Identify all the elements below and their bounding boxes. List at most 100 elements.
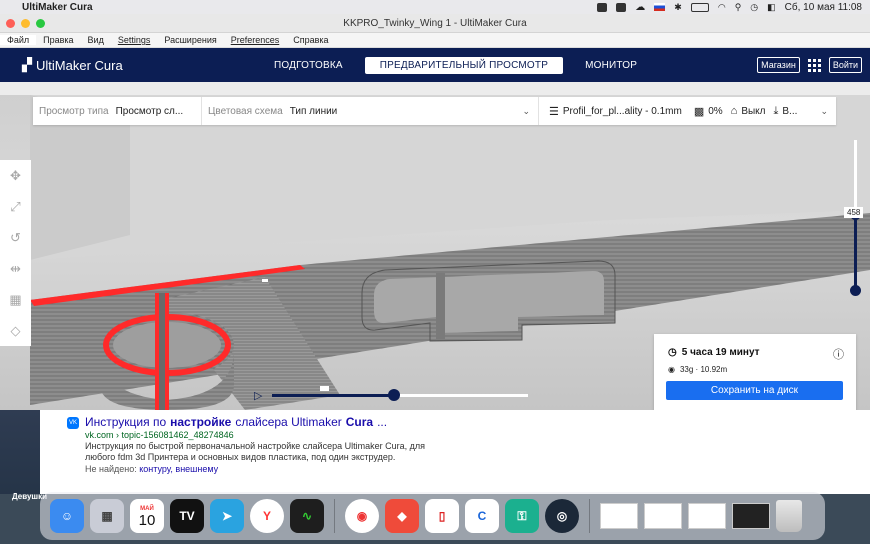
apps-grid-icon[interactable] bbox=[807, 58, 821, 72]
result-title-bold[interactable]: Cura bbox=[346, 415, 373, 429]
print-info-panel: ◷ 5 часа 19 минут ⓘ ◉ 33g · 10.92m Сохра… bbox=[654, 334, 856, 410]
missing-label: Не найдено: bbox=[85, 464, 137, 474]
view-type-select[interactable]: Просмотр типа Просмотр сл... bbox=[33, 97, 202, 125]
finder-icon[interactable]: ☺ bbox=[50, 499, 84, 533]
print-time-value: 5 часа 19 минут bbox=[681, 347, 760, 358]
dock-separator bbox=[334, 499, 335, 533]
clock-icon[interactable]: ◷ bbox=[750, 2, 758, 13]
material-usage-value: 33g · 10.92m bbox=[679, 365, 728, 374]
search-result-title[interactable]: VK Инструкция по настройке слайсера Ulti… bbox=[67, 415, 387, 429]
launchpad-icon[interactable]: ▦ bbox=[90, 499, 124, 533]
menu-help[interactable]: Справка bbox=[286, 35, 335, 45]
path-slider-handle[interactable] bbox=[388, 389, 400, 401]
dock-separator bbox=[589, 499, 590, 533]
color-scheme-label: Цветовая схема bbox=[208, 105, 283, 117]
adhesion-value: В... bbox=[782, 105, 798, 117]
menu-edit[interactable]: Правка bbox=[36, 35, 80, 45]
result-title-part[interactable]: слайсера Ultimaker bbox=[235, 415, 341, 429]
minimized-window-thumbnail[interactable] bbox=[732, 503, 770, 529]
clock-icon: ◷ bbox=[668, 347, 677, 358]
keys-app-icon[interactable]: ⚿ bbox=[505, 499, 539, 533]
anydesk-icon[interactable]: ◆ bbox=[385, 499, 419, 533]
minimized-window-thumbnail[interactable] bbox=[644, 503, 682, 529]
steam-icon[interactable]: ◎ bbox=[545, 499, 579, 533]
vk-icon: VK bbox=[67, 417, 79, 429]
support-blocker-icon[interactable]: ◇ bbox=[11, 323, 21, 339]
play-icon[interactable]: ▷ bbox=[254, 389, 262, 402]
chrome-icon[interactable]: ◉ bbox=[345, 499, 379, 533]
window-title: KKPRO_Twinky_Wing 1 - UltiMaker Cura bbox=[343, 17, 527, 29]
missing-terms[interactable]: контуру, внешнему bbox=[139, 464, 218, 474]
rotate-icon[interactable]: ↺ bbox=[10, 230, 21, 246]
search-result-missing: Не найдено: контуру, внешнему bbox=[85, 464, 218, 474]
result-title-part[interactable]: Инструкция по bbox=[85, 415, 166, 429]
3d-viewport[interactable]: Просмотр типа Просмотр сл... Цветовая сх… bbox=[0, 95, 870, 410]
macos-menubar: UltiMaker Cura ☁ ✱ ◠ ⚲ ◷ ◧ Сб, 10 мая 11… bbox=[0, 0, 870, 14]
window-titlebar: KKPRO_Twinky_Wing 1 - UltiMaker Cura bbox=[0, 14, 870, 33]
info-icon[interactable]: ⓘ bbox=[833, 346, 844, 362]
layer-slider-range bbox=[854, 214, 857, 290]
scale-icon[interactable]: ⤢ bbox=[10, 199, 20, 215]
adhesion-icon: ⤓ bbox=[773, 104, 779, 117]
parallels-icon[interactable]: ▯ bbox=[425, 499, 459, 533]
view-type-label: Просмотр типа bbox=[39, 105, 109, 117]
logo-text: UltiMaker Cura bbox=[36, 57, 123, 73]
search-result-url[interactable]: vk.com › topic-156081462_48274846 bbox=[85, 430, 234, 440]
search-icon[interactable]: ⚲ bbox=[735, 2, 742, 13]
activity-monitor-icon[interactable]: ∿ bbox=[290, 499, 324, 533]
active-app-name[interactable]: UltiMaker Cura bbox=[22, 2, 93, 13]
menu-extensions[interactable]: Расширения bbox=[157, 35, 223, 45]
chevron-down-icon: ⌄ bbox=[820, 105, 828, 116]
input-language-flag-icon[interactable] bbox=[654, 3, 666, 11]
status-app-icon[interactable] bbox=[616, 2, 627, 12]
cura-app-icon[interactable]: C bbox=[465, 499, 499, 533]
stage-tabs: ПОДГОТОВКА ПРЕДВАРИТЕЛЬНЫЙ ПРОСМОТР МОНИ… bbox=[258, 56, 653, 74]
telegram-icon[interactable]: ➤ bbox=[210, 499, 244, 533]
menubar-datetime[interactable]: Сб, 10 мая 11:08 bbox=[785, 2, 862, 13]
preview-toolbar: Просмотр типа Просмотр сл... Цветовая сх… bbox=[33, 97, 836, 125]
material-usage: ◉ 33g · 10.92m bbox=[668, 365, 727, 374]
color-scheme-select[interactable]: Цветовая схема Тип линии ⌄ bbox=[202, 97, 539, 125]
print-settings-selector[interactable]: ☰ Profil_for_pl...ality - 0.1mm ▩ 0% ⌂ В… bbox=[539, 97, 836, 125]
menu-settings[interactable]: Settings bbox=[111, 35, 158, 45]
menu-preferences[interactable]: Preferences bbox=[224, 35, 287, 45]
result-title-part[interactable]: ... bbox=[377, 415, 387, 429]
marketplace-button[interactable]: Магазин bbox=[757, 57, 800, 73]
menu-file[interactable]: Файл bbox=[0, 35, 37, 45]
layer-slider-bottom-handle[interactable] bbox=[850, 285, 861, 296]
support-value: Выкл bbox=[741, 105, 766, 117]
profile-name: Profil_for_pl...ality - 0.1mm bbox=[562, 105, 682, 117]
printed-box-divider bbox=[436, 273, 445, 339]
move-icon[interactable]: ✥ bbox=[10, 168, 21, 184]
wifi-icon[interactable]: ◠ bbox=[718, 2, 726, 13]
menu-view[interactable]: Вид bbox=[81, 35, 111, 45]
minimized-window-thumbnail[interactable] bbox=[688, 503, 726, 529]
tab-monitor[interactable]: МОНИТОР bbox=[569, 57, 653, 74]
layer-number[interactable]: 458 bbox=[844, 207, 864, 218]
tool-panel: ✥ ⤢ ↺ ⇹ ▦ ◇ bbox=[0, 160, 31, 346]
header-actions: Магазин Войти bbox=[757, 57, 862, 73]
per-model-settings-icon[interactable]: ▦ bbox=[9, 292, 21, 308]
app-menubar: Файл Правка Вид Settings Расширения Pref… bbox=[0, 33, 870, 48]
yandex-browser-icon[interactable]: Y bbox=[250, 499, 284, 533]
save-to-disk-button[interactable]: Сохранить на диск bbox=[666, 381, 843, 400]
tab-prepare[interactable]: ПОДГОТОВКА bbox=[258, 57, 359, 74]
calendar-icon[interactable]: МАЙ 10 bbox=[130, 499, 164, 533]
mirror-icon[interactable]: ⇹ bbox=[10, 261, 21, 277]
cura-window: KKPRO_Twinky_Wing 1 - UltiMaker Cura Фай… bbox=[0, 14, 870, 410]
spool-icon: ◉ bbox=[668, 365, 675, 374]
control-center-icon[interactable]: ◧ bbox=[767, 2, 776, 13]
bluetooth-icon[interactable]: ✱ bbox=[674, 2, 682, 13]
minimized-window-thumbnail[interactable] bbox=[600, 503, 638, 529]
battery-icon[interactable] bbox=[690, 2, 709, 12]
seam-core bbox=[159, 293, 165, 410]
sign-in-button[interactable]: Войти bbox=[828, 57, 862, 73]
result-title-bold[interactable]: настройке bbox=[170, 415, 231, 429]
trash-icon[interactable] bbox=[776, 500, 802, 532]
cloud-icon[interactable]: ☁ bbox=[635, 2, 645, 13]
calendar-day: 10 bbox=[138, 511, 156, 529]
tab-preview[interactable]: ПРЕДВАРИТЕЛЬНЫЙ ПРОСМОТР bbox=[364, 56, 564, 74]
tradingview-icon[interactable]: TV bbox=[170, 499, 204, 533]
menubar-status-area: ☁ ✱ ◠ ⚲ ◷ ◧ Сб, 10 мая 11:08 bbox=[597, 2, 862, 13]
status-app-icon[interactable] bbox=[597, 2, 608, 12]
